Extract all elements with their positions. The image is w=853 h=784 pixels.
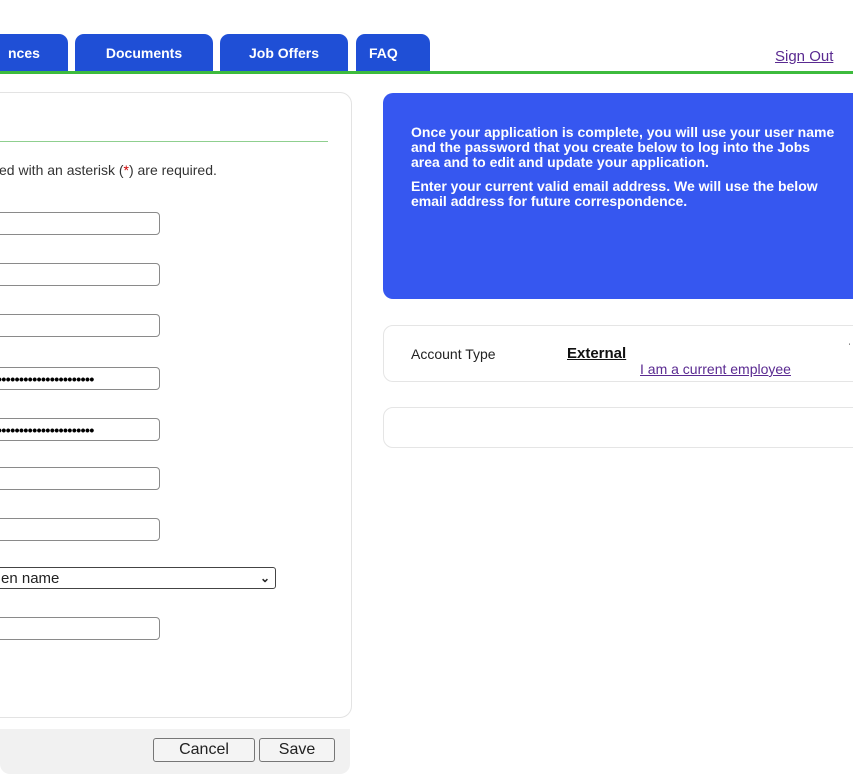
tab-label: Documents xyxy=(105,45,183,61)
first-name-field[interactable] xyxy=(0,212,160,235)
chevron-down-icon: ⌄ xyxy=(259,571,271,585)
save-button[interactable]: Save xyxy=(259,738,335,762)
security-answer-field[interactable] xyxy=(0,617,160,640)
required-fields-note: ed with an asterisk (*) are required. xyxy=(0,162,217,178)
email-field[interactable] xyxy=(0,467,160,490)
tab-label: nces xyxy=(8,45,40,61)
empty-card xyxy=(383,407,853,448)
help-tick-icon: ˈ xyxy=(848,343,852,354)
sign-out-link[interactable]: Sign Out xyxy=(775,48,833,65)
account-type-label: Account Type xyxy=(411,346,496,362)
tab-documents[interactable]: Documents xyxy=(75,34,213,72)
tab-label: FAQ xyxy=(369,45,398,61)
tab-label: Job Offers xyxy=(248,45,319,61)
current-employee-link[interactable]: I am a current employee xyxy=(640,361,791,377)
username-field[interactable] xyxy=(0,314,160,337)
password-field[interactable] xyxy=(0,367,160,390)
account-type-value: External xyxy=(567,345,627,362)
required-note-suffix: ) are required. xyxy=(128,162,217,178)
info-paragraph-1: Once your application is complete, you w… xyxy=(411,124,835,170)
info-paragraph-2: Enter your current valid email address. … xyxy=(411,178,818,209)
last-name-field[interactable] xyxy=(0,263,160,286)
tab-underline xyxy=(0,71,853,74)
required-note-prefix: ed with an asterisk ( xyxy=(0,162,124,178)
section-divider xyxy=(0,141,328,142)
info-panel: Once your application is complete, you w… xyxy=(383,93,853,299)
tab-job-offers[interactable]: Job Offers xyxy=(220,34,348,72)
select-value: en name xyxy=(1,569,60,587)
cancel-button[interactable]: Cancel xyxy=(153,738,255,762)
confirm-password-field[interactable] xyxy=(0,418,160,441)
security-question-select[interactable]: en name ⌄ xyxy=(0,567,276,589)
confirm-email-field[interactable] xyxy=(0,518,160,541)
tab-faq[interactable]: FAQ xyxy=(356,34,430,72)
tab-preferences[interactable]: nces xyxy=(0,34,68,72)
